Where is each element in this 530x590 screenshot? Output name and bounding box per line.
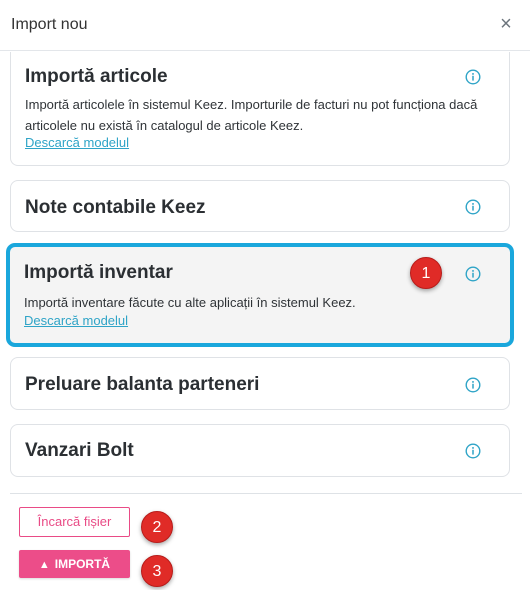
info-icon[interactable] bbox=[465, 443, 481, 459]
card-title: Preluare balanta parteneri bbox=[25, 374, 260, 395]
card-description: Importă inventare făcute cu alte aplicaț… bbox=[24, 295, 356, 310]
card-title: Importă articole bbox=[25, 66, 168, 87]
download-template-link[interactable]: Descarcă modelul bbox=[24, 313, 128, 328]
info-icon[interactable] bbox=[465, 199, 481, 215]
upload-arrow-icon: ▲ bbox=[38, 559, 50, 571]
import-option-inventar[interactable]: Importă inventar Importă inventare făcut… bbox=[6, 243, 514, 347]
info-icon[interactable] bbox=[465, 266, 481, 282]
card-title: Importă inventar bbox=[24, 262, 173, 283]
upload-file-button[interactable]: Încarcă fișier bbox=[19, 507, 130, 537]
card-title: Note contabile Keez bbox=[25, 197, 206, 218]
step-badge-2: 2 bbox=[141, 511, 173, 543]
import-option-vanzari-bolt[interactable]: Vanzari Bolt bbox=[10, 424, 510, 477]
footer-divider bbox=[10, 493, 522, 494]
import-button-label: IMPORTĂ bbox=[54, 557, 111, 571]
card-description: Importă articolele în sistemul Keez. Imp… bbox=[25, 97, 478, 133]
info-icon[interactable] bbox=[465, 69, 481, 85]
info-icon[interactable] bbox=[465, 377, 481, 393]
modal-header: Import nou × bbox=[0, 0, 530, 51]
modal-title: Import nou bbox=[11, 16, 88, 33]
step-badge-1: 1 bbox=[410, 257, 442, 289]
card-title: Vanzari Bolt bbox=[25, 440, 134, 461]
import-option-articole[interactable]: Importă articole Importă articolele în s… bbox=[10, 52, 510, 166]
import-option-note-contabile[interactable]: Note contabile Keez bbox=[10, 180, 510, 232]
import-button[interactable]: ▲ IMPORTĂ bbox=[19, 550, 130, 578]
step-badge-3: 3 bbox=[141, 555, 173, 587]
import-option-balanta-parteneri[interactable]: Preluare balanta parteneri bbox=[10, 357, 510, 410]
close-button[interactable]: × bbox=[496, 13, 516, 35]
download-template-link[interactable]: Descarcă modelul bbox=[25, 135, 129, 150]
